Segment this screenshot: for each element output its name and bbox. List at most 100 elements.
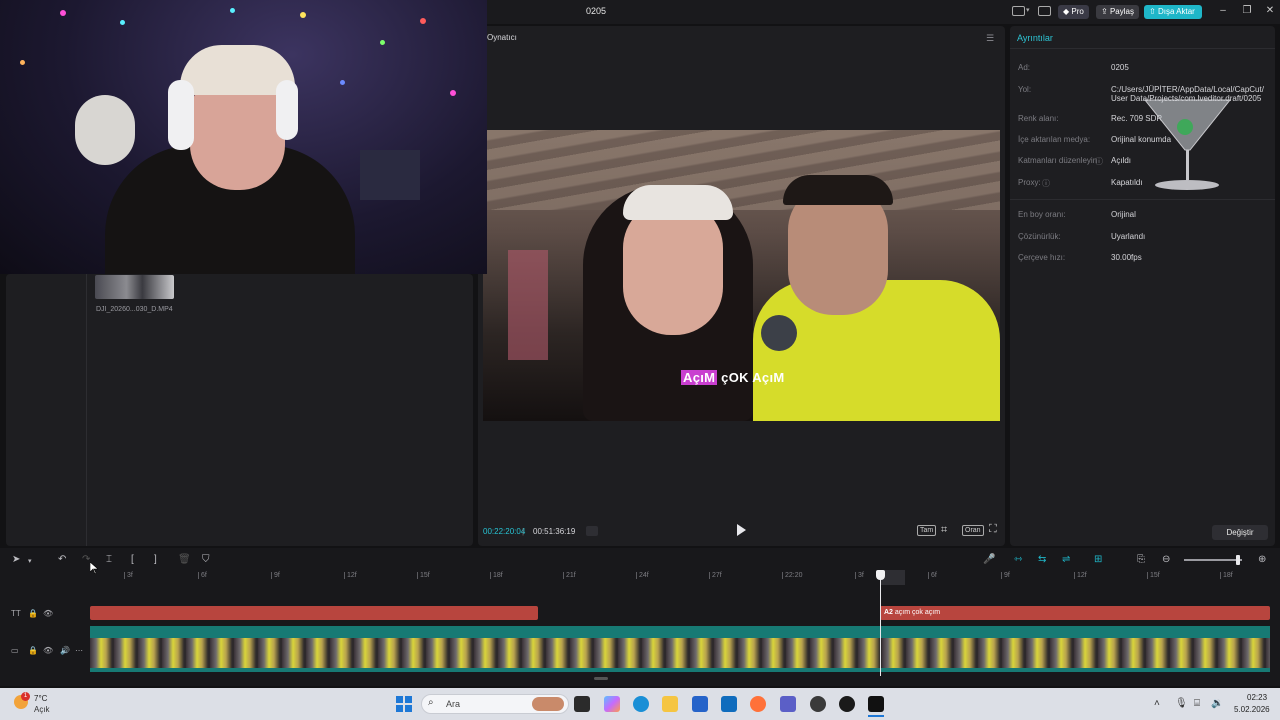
zoom-out-icon[interactable]: ⊖ — [1162, 554, 1170, 565]
eye-icon[interactable]: 👁 — [43, 646, 53, 655]
teams-icon[interactable] — [780, 696, 796, 712]
ruler-tick: 6f — [198, 572, 207, 579]
minimize-icon[interactable]: – — [1215, 4, 1231, 18]
mouse-cursor — [89, 561, 99, 575]
video-clip-strip[interactable] — [90, 638, 1270, 672]
trim-left-icon[interactable]: [ — [131, 554, 134, 565]
more-icon[interactable]: ⋯ — [75, 646, 83, 655]
app-icon[interactable] — [810, 696, 826, 712]
weather-desc: Açık — [34, 705, 50, 714]
shortcut-icon[interactable] — [1038, 6, 1051, 16]
select-tool-icon[interactable]: ➤ — [12, 554, 20, 565]
effect-track[interactable] — [90, 626, 1270, 638]
export-icon: ⇧ — [1149, 7, 1158, 16]
media-player-icon[interactable] — [839, 696, 855, 712]
file-explorer-icon[interactable] — [662, 696, 678, 712]
zoom-in-icon[interactable]: ⊕ — [1258, 554, 1266, 565]
outlook-icon[interactable] — [721, 696, 737, 712]
media-clip-thumbnail[interactable] — [95, 275, 174, 299]
menu-icon[interactable]: ☰ — [986, 33, 994, 44]
lock-icon[interactable]: 🔒 — [28, 609, 38, 618]
info-icon[interactable]: ⓘ — [1042, 178, 1050, 189]
panda-plush — [75, 95, 135, 165]
shield-icon[interactable]: ⛉ — [202, 554, 210, 565]
ruler-tick: 3f — [855, 572, 864, 579]
microphone-icon[interactable]: 🎙 — [1175, 698, 1188, 709]
pro-button[interactable]: ◆ Pro — [1058, 5, 1089, 19]
ruler-tick: 6f — [928, 572, 937, 579]
chevron-down-icon[interactable]: ▾ — [28, 557, 32, 565]
firefox-icon[interactable] — [750, 696, 766, 712]
export-button[interactable]: ⇧ Dışa Aktar — [1144, 5, 1202, 19]
detail-label-proxy: Proxy: — [1018, 178, 1041, 187]
microphone-icon[interactable]: 🎤 — [983, 554, 995, 565]
search-highlight-icon — [532, 697, 564, 711]
close-icon[interactable]: ✕ — [1262, 4, 1278, 18]
play-icon[interactable] — [736, 524, 746, 536]
trim-right-icon[interactable]: ] — [154, 554, 157, 565]
active-app-indicator — [868, 715, 884, 717]
info-icon[interactable]: ⓘ — [1095, 156, 1103, 167]
text-clip[interactable] — [90, 606, 538, 620]
task-view-icon[interactable] — [574, 696, 590, 712]
clock-time[interactable]: 02:23 — [1247, 693, 1267, 702]
caption-icon[interactable]: ⎘ — [1137, 554, 1145, 565]
split-icon[interactable]: ⌶ — [106, 554, 112, 565]
chevron-down-icon[interactable]: ▾ — [1026, 6, 1030, 14]
detail-label-import: İçe aktarılan medya: — [1018, 135, 1091, 144]
ruler-tick: 27f — [709, 572, 722, 579]
notification-badge: 1 — [21, 692, 30, 701]
person-right-hair — [783, 175, 893, 205]
store-icon[interactable] — [692, 696, 708, 712]
change-button[interactable]: Değiştir — [1212, 525, 1268, 540]
windows-start-icon[interactable] — [396, 696, 412, 712]
detail-label-framerate: Çerçeve hızı: — [1018, 253, 1066, 262]
layout-icon[interactable] — [1012, 6, 1025, 16]
ruler-tick: 18f — [490, 572, 503, 579]
preview-axis-icon[interactable]: ⊞ — [1094, 554, 1102, 565]
zoom-slider-knob[interactable] — [1236, 555, 1240, 565]
fullscreen-icon[interactable]: ⛶ — [989, 523, 997, 536]
zoom-slider[interactable] — [1184, 559, 1242, 561]
timecode-toggle-icon[interactable] — [586, 526, 598, 536]
playhead[interactable] — [880, 572, 881, 676]
detail-value-path: C:/Users/JÜPİTER/AppData/Local/CapCut/ — [1111, 85, 1264, 94]
clock-date[interactable]: 5.02.2026 — [1234, 705, 1270, 714]
detail-label-resolution: Çözünürlük: — [1018, 232, 1061, 241]
subtitle-rest: çOK AçıM — [717, 370, 785, 385]
scroll-handle[interactable] — [594, 677, 608, 680]
ruler-tick: 21f — [563, 572, 576, 579]
media-clip-name: DJI_20260...030_D.MP4 — [96, 306, 173, 313]
magnet-icon[interactable]: ⇿ — [1014, 554, 1022, 565]
speaker-icon[interactable]: 🔊 — [60, 646, 70, 655]
ruler-tick: 18f — [1220, 572, 1233, 579]
full-quality-button[interactable]: Tam — [917, 525, 937, 536]
copilot-icon[interactable] — [604, 696, 620, 712]
person-left-face — [623, 200, 723, 335]
maximize-icon[interactable]: ❐ — [1239, 4, 1255, 18]
detail-value-resolution: Uyarlandı — [1111, 232, 1146, 241]
share-button[interactable]: ⇪ Paylaş — [1096, 5, 1139, 19]
screenshot-icon[interactable]: ⌗ — [941, 524, 947, 537]
link-icon[interactable]: ⇆ — [1038, 554, 1046, 565]
video-subtitle: AçıM çOK AçıM — [681, 370, 785, 385]
undo-icon[interactable]: ↶ — [58, 554, 66, 565]
export-label: Dışa Aktar — [1157, 7, 1195, 16]
person-right-jacket — [753, 280, 1000, 421]
volume-icon[interactable]: 🔉 — [1211, 698, 1223, 709]
detail-label-aspect: En boy oranı: — [1018, 210, 1066, 219]
playhead-handle[interactable] — [876, 570, 885, 580]
snap-icon[interactable]: ⇌ — [1062, 554, 1070, 565]
ratio-button[interactable]: Oran — [962, 525, 984, 536]
delete-icon[interactable]: 🗑 — [178, 554, 191, 565]
chevron-up-icon[interactable]: ˄ — [1154, 698, 1160, 709]
eye-icon[interactable]: 👁 — [43, 609, 53, 618]
weather-temp: 7°C — [34, 694, 48, 703]
lock-icon[interactable]: 🔒 — [28, 646, 38, 655]
capcut-icon[interactable] — [868, 696, 884, 712]
details-divider — [1010, 199, 1275, 200]
ruler-tick: 15f — [417, 572, 430, 579]
headphone-right — [276, 80, 298, 140]
edge-icon[interactable] — [633, 696, 649, 712]
network-icon[interactable]: ⌸ — [1194, 698, 1200, 709]
